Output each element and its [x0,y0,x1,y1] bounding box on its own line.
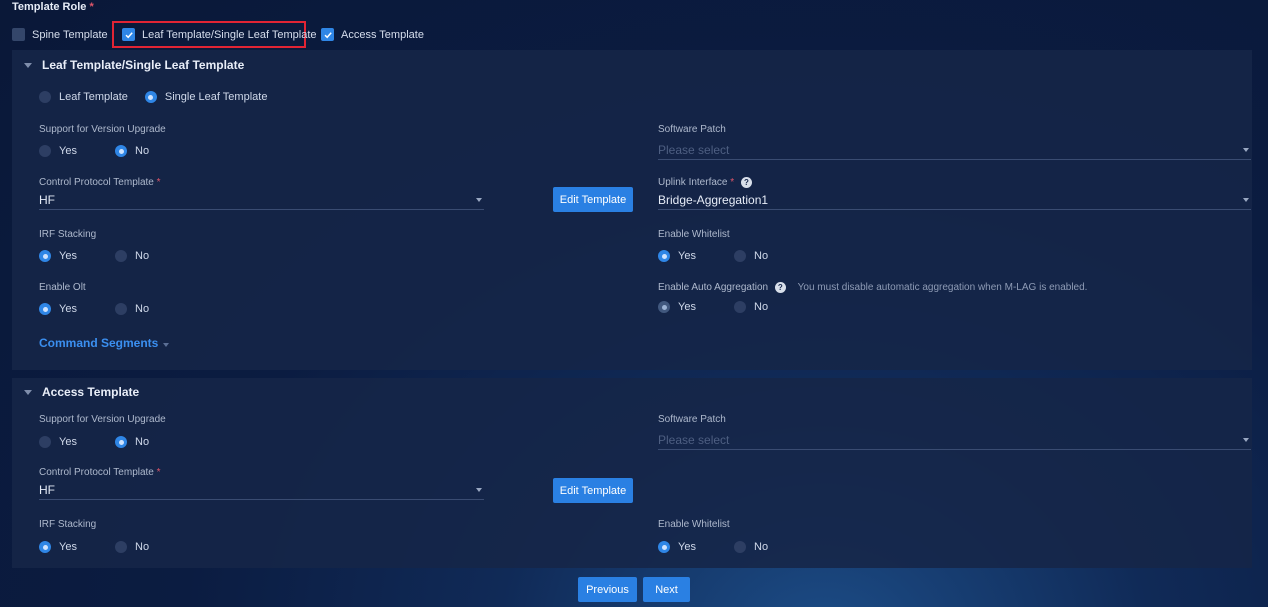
software-patch-select[interactable]: Please select [658,140,1251,160]
radio-olt-yes[interactable] [39,303,51,315]
radio-irf-no[interactable] [115,250,127,262]
edit-template-button[interactable]: Edit Template [553,187,633,212]
access-panel-title: Access Template [42,385,140,399]
checkbox-box[interactable] [12,28,25,41]
access-template-panel [12,378,1252,568]
radio-access-version-yes[interactable] [39,436,51,448]
caret-down-icon[interactable] [24,62,32,68]
dropdown-arrow-icon[interactable] [1243,437,1249,442]
irf-stacking-radio-group: Yes No [39,250,149,262]
dropdown-arrow-icon[interactable] [476,197,482,202]
leaf-type-radio-group: Leaf Template Single Leaf Template [39,91,267,103]
enable-whitelist-label: Enable Whitelist [658,229,730,240]
previous-button[interactable]: Previous [578,577,637,602]
enable-olt-radio-group: Yes No [39,303,149,315]
access-software-patch-label: Software Patch [658,414,726,425]
leaf-panel-header[interactable]: Leaf Template/Single Leaf Template [24,58,244,72]
auto-aggregation-label: Enable Auto Aggregation ? You must disab… [658,282,1088,294]
next-button[interactable]: Next [643,577,690,602]
access-irf-stacking-label: IRF Stacking [39,519,97,530]
radio-access-whitelist-yes[interactable] [658,541,670,553]
access-version-upgrade-label: Support for Version Upgrade [39,414,166,425]
question-circle-icon[interactable]: ? [740,177,752,188]
radio-whitelist-yes[interactable] [658,250,670,262]
radio-irf-yes[interactable] [39,250,51,262]
control-protocol-select[interactable]: HF [39,190,484,210]
check-icon [124,31,133,38]
access-control-protocol-label: Control Protocol Template * [39,467,161,478]
access-whitelist-radio-group: Yes No [658,541,768,553]
enable-olt-label: Enable Olt [39,282,86,293]
radio-aggregation-no[interactable] [734,301,746,313]
access-edit-template-button[interactable]: Edit Template [553,478,633,503]
version-upgrade-label: Support for Version Upgrade [39,124,166,135]
version-upgrade-radio-group: Yes No [39,145,149,157]
access-irf-radio-group: Yes No [39,541,149,553]
uplink-interface-select[interactable]: Bridge-Aggregation1 [658,190,1251,210]
radio-olt-no[interactable] [115,303,127,315]
chevron-down-icon [163,342,170,347]
checkbox-access-template[interactable]: Access Template [321,28,424,41]
radio-access-whitelist-no[interactable] [734,541,746,553]
radio-aggregation-yes[interactable] [658,301,670,313]
radio-version-upgrade-no[interactable] [115,145,127,157]
irf-stacking-label: IRF Stacking [39,229,97,240]
access-whitelist-label: Enable Whitelist [658,519,730,530]
checkbox-box-checked[interactable] [321,28,334,41]
caret-down-icon[interactable] [24,389,32,395]
checkbox-leaf-template[interactable]: Leaf Template/Single Leaf Template [122,28,317,41]
template-role-title: Template Role * [12,1,94,13]
radio-access-version-no[interactable] [115,436,127,448]
enable-whitelist-radio-group: Yes No [658,250,768,262]
checkbox-spine-template[interactable]: Spine Template [12,28,108,41]
radio-whitelist-no[interactable] [734,250,746,262]
dropdown-arrow-icon[interactable] [1243,147,1249,152]
radio-access-irf-yes[interactable] [39,541,51,553]
radio-access-irf-no[interactable] [115,541,127,553]
dropdown-arrow-icon[interactable] [476,487,482,492]
check-icon [323,31,332,38]
access-version-upgrade-radio-group: Yes No [39,436,149,448]
radio-version-upgrade-yes[interactable] [39,145,51,157]
access-control-protocol-select[interactable]: HF [39,480,484,500]
command-segments-toggle[interactable]: Command Segments [39,336,170,350]
access-panel-header[interactable]: Access Template [24,385,139,399]
auto-aggregation-hint: You must disable automatic aggregation w… [797,282,1088,294]
software-patch-label: Software Patch [658,124,726,135]
radio-single-leaf-template[interactable] [144,91,157,103]
auto-aggregation-radio-group: Yes No [658,301,768,313]
uplink-interface-label: Uplink Interface * ? [658,177,752,188]
dropdown-arrow-icon[interactable] [1243,197,1249,202]
checkbox-box-checked[interactable] [122,28,135,41]
control-protocol-label: Control Protocol Template * [39,177,161,188]
access-software-patch-select[interactable]: Please select [658,430,1251,450]
required-mark: * [89,1,94,13]
radio-leaf-template[interactable] [39,91,51,103]
leaf-panel-title: Leaf Template/Single Leaf Template [42,58,245,72]
question-circle-icon[interactable]: ? [774,282,786,293]
